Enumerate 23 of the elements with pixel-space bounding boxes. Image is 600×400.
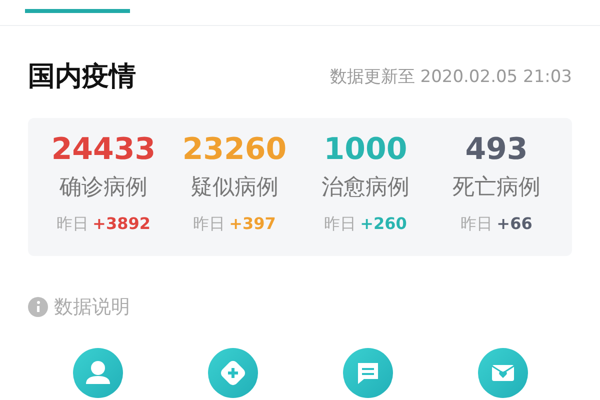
yesterday-change: +66 bbox=[496, 214, 532, 235]
yesterday-label: 昨日 bbox=[56, 214, 89, 235]
stat-value: 493 bbox=[465, 132, 528, 168]
stat-label: 死亡病例 bbox=[452, 174, 540, 202]
diamond-plus-icon[interactable] bbox=[208, 348, 258, 398]
person-icon[interactable] bbox=[72, 348, 122, 398]
stat-label: 确诊病例 bbox=[60, 174, 148, 202]
stat-label: 疑似病例 bbox=[190, 174, 278, 202]
yesterday-change: +397 bbox=[229, 214, 276, 235]
yesterday-label: 昨日 bbox=[324, 214, 356, 235]
chat-icon[interactable] bbox=[342, 348, 392, 398]
stat-label: 治愈病例 bbox=[322, 174, 410, 202]
stat-value: 24433 bbox=[51, 132, 156, 168]
yesterday-label: 昨日 bbox=[460, 214, 493, 235]
yesterday-change: +3892 bbox=[92, 214, 150, 235]
page-title: 国内疫情 bbox=[28, 60, 136, 94]
yesterday-label: 昨日 bbox=[193, 214, 226, 235]
update-time: 数据更新至 2020.02.05 21:03 bbox=[330, 66, 572, 88]
stat-value: 23260 bbox=[182, 132, 287, 168]
info-icon[interactable] bbox=[28, 297, 48, 317]
stat-value: 1000 bbox=[324, 132, 408, 168]
data-note-link[interactable]: 数据说明 bbox=[54, 294, 130, 320]
yesterday-change: +260 bbox=[360, 214, 407, 235]
